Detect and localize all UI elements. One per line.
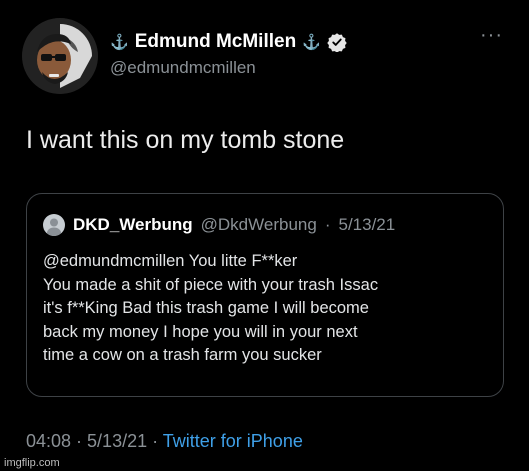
tweet-source-link[interactable]: Twitter for iPhone	[163, 431, 303, 451]
author-name-row: ⚓ Edmund McMillen ⚓	[110, 28, 347, 56]
verified-badge-icon	[327, 33, 347, 52]
quoted-separator: ·	[324, 215, 331, 234]
tweet-date[interactable]: 5/13/21	[87, 431, 147, 451]
quoted-date: 5/13/21	[338, 215, 396, 234]
quoted-line: You made a shit of piece with your trash…	[43, 275, 379, 294]
tweet-text: I want this on my tomb stone	[26, 126, 345, 154]
author-avatar[interactable]	[22, 18, 98, 94]
quoted-author-handle: @DkdWerbung	[200, 215, 317, 234]
author-handle[interactable]: @edmundmcmillen	[110, 58, 256, 78]
quoted-line: back my money I hope you will in your ne…	[43, 322, 358, 341]
quoted-line: @edmundmcmillen You litte F**ker	[43, 252, 298, 270]
quoted-line: it's f**King Bad this trash game I will …	[43, 299, 369, 318]
anchor-icon: ⚓	[302, 34, 321, 51]
tweet-time[interactable]: 04:08	[26, 431, 71, 451]
quoted-author-name: DKD_Werbung	[73, 215, 193, 234]
quoted-header: DKD_Werbung @DkdWerbung · 5/13/21	[43, 214, 395, 236]
anchor-icon: ⚓	[110, 34, 129, 51]
meta-separator: ·	[71, 431, 88, 451]
more-dots-icon[interactable]: ···	[480, 25, 503, 45]
author-name[interactable]: Edmund McMillen	[135, 31, 297, 53]
imgflip-watermark: imgflip.com	[4, 457, 60, 469]
quoted-line: time a cow on a trash farm you sucker	[43, 346, 322, 365]
default-profile-icon	[47, 218, 61, 236]
tweet-meta: 04:08 · 5/13/21 · Twitter for iPhone	[26, 431, 303, 452]
avatar-illustration	[22, 18, 98, 94]
quoted-avatar[interactable]	[43, 214, 65, 236]
meta-separator: ·	[147, 431, 163, 451]
quoted-text: @edmundmcmillen You litte F**ker You mad…	[43, 250, 495, 368]
quoted-tweet[interactable]: DKD_Werbung @DkdWerbung · 5/13/21 @edmun…	[26, 193, 504, 397]
